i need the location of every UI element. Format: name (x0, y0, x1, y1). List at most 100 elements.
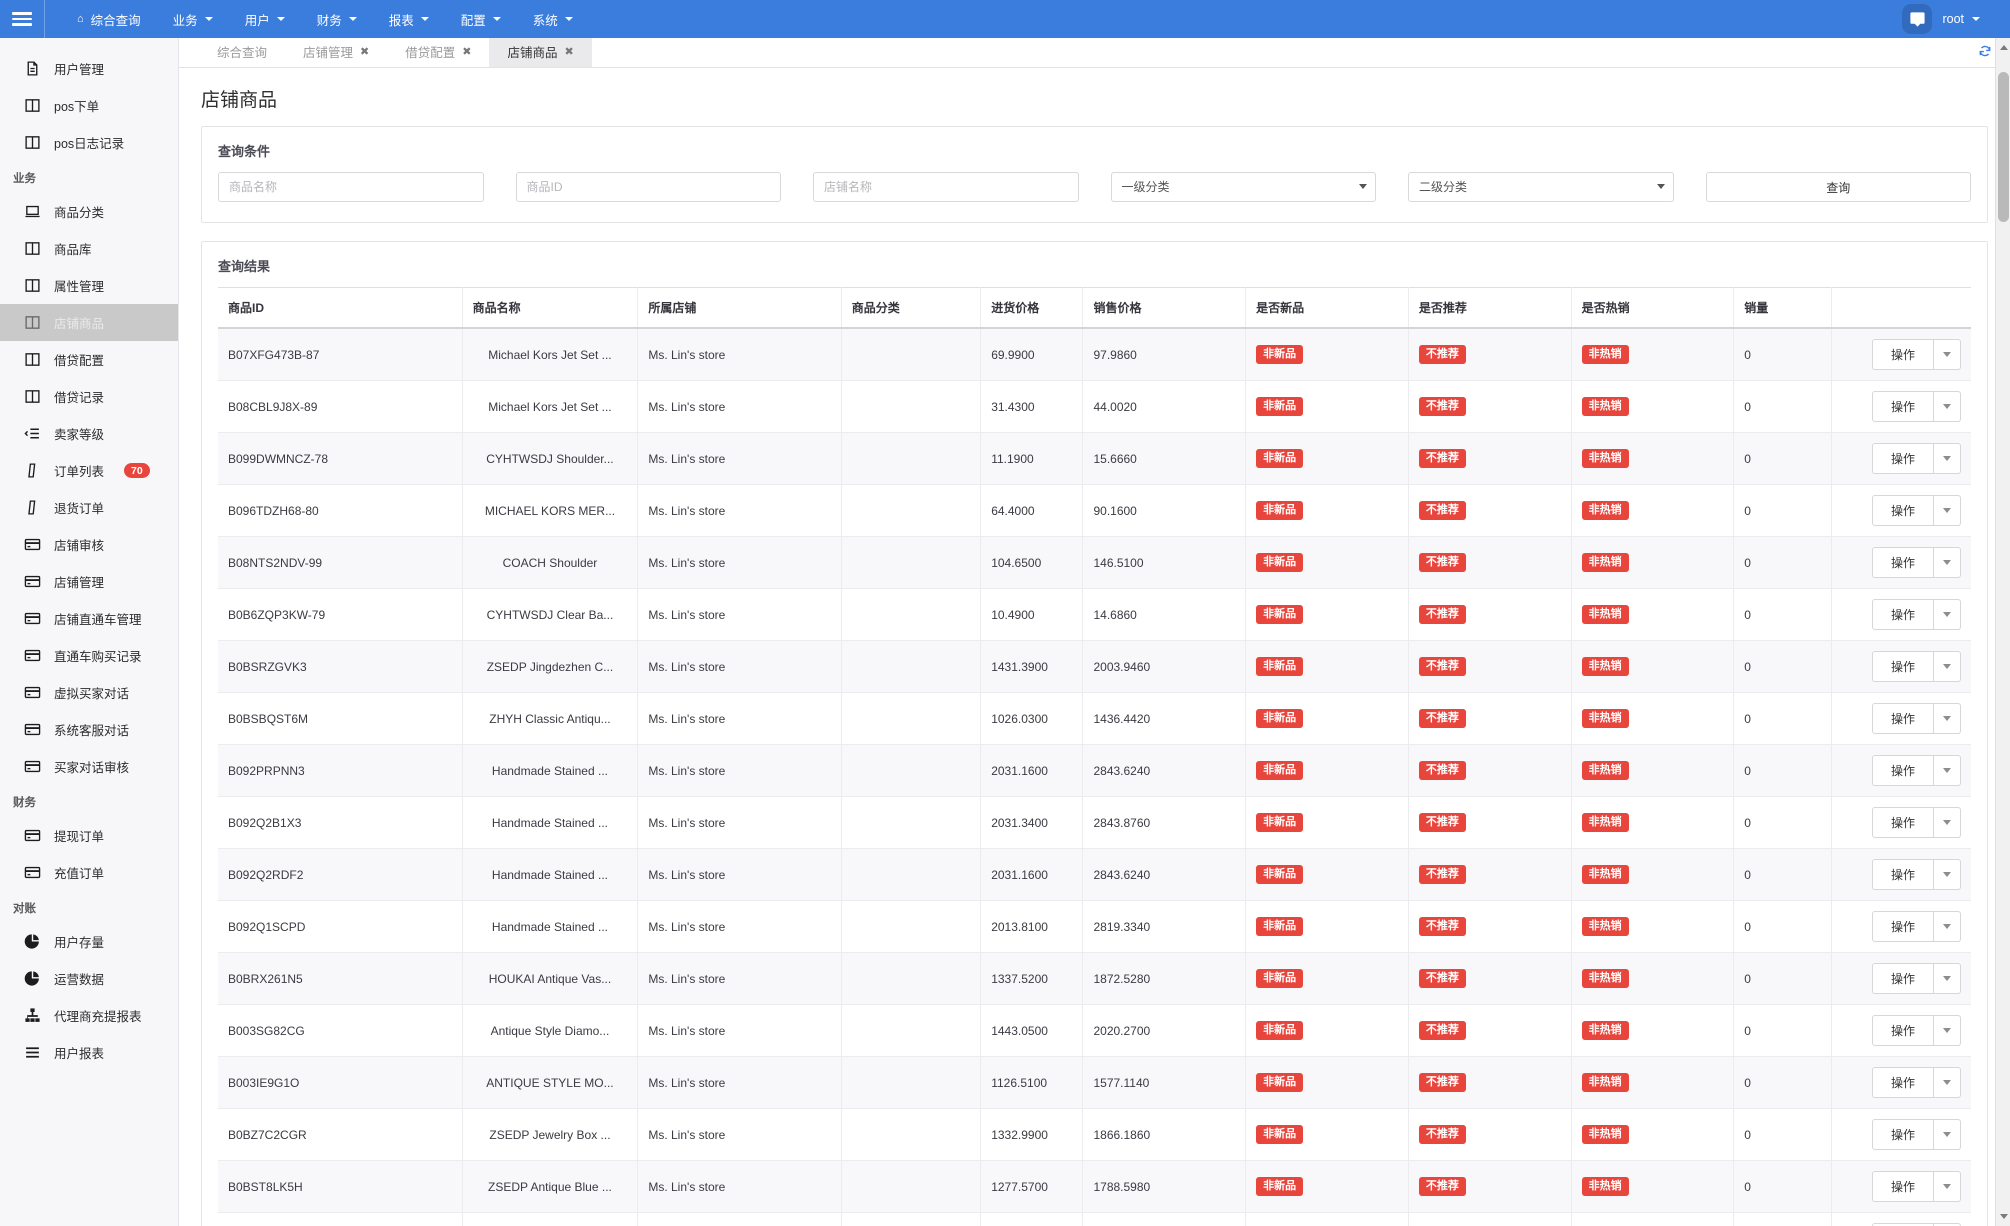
sidebar-item-9[interactable]: 借贷配置 (0, 341, 178, 378)
cell-is-hot: 非热销 (1571, 641, 1734, 693)
status-badge: 非新品 (1256, 553, 1303, 572)
sidebar-item-13[interactable]: 退货订单 (0, 489, 178, 526)
chevron-down-icon (1943, 716, 1951, 721)
tab-3[interactable]: 借贷配置✖ (387, 37, 489, 67)
action-dropdown-toggle[interactable] (1934, 547, 1961, 578)
sidebar-item-19[interactable]: 系统客服对话 (0, 711, 178, 748)
chevron-down-icon (349, 17, 357, 21)
nav-item-3[interactable]: 用户 (229, 0, 301, 38)
action-button[interactable]: 操作 (1872, 703, 1934, 734)
action-button[interactable]: 操作 (1872, 651, 1934, 682)
action-button[interactable]: 操作 (1872, 547, 1934, 578)
nav-item-4[interactable]: 财务 (301, 0, 373, 38)
sidebar-item-5[interactable]: 商品分类 (0, 193, 178, 230)
sidebar-item-25[interactable]: 用户存量 (0, 923, 178, 960)
action-button[interactable]: 操作 (1872, 963, 1934, 994)
action-button[interactable]: 操作 (1872, 859, 1934, 890)
action-dropdown-toggle[interactable] (1934, 495, 1961, 526)
action-dropdown-toggle[interactable] (1934, 807, 1961, 838)
scroll-up-icon[interactable] (1996, 40, 2010, 55)
action-button[interactable]: 操作 (1872, 1067, 1934, 1098)
sidebar-item-22[interactable]: 提现订单 (0, 817, 178, 854)
sidebar-item-23[interactable]: 充值订单 (0, 854, 178, 891)
sidebar-item-1[interactable]: 用户管理 (0, 50, 178, 87)
query-button[interactable]: 查询 (1706, 172, 1972, 202)
sidebar-item-26[interactable]: 运营数据 (0, 960, 178, 997)
sidebar-item-16[interactable]: 店铺直通车管理 (0, 600, 178, 637)
action-dropdown-toggle[interactable] (1934, 1015, 1961, 1046)
sidebar-item-3[interactable]: pos日志记录 (0, 124, 178, 161)
sidebar-item-17[interactable]: 直通车购买记录 (0, 637, 178, 674)
close-icon[interactable]: ✖ (360, 45, 369, 58)
action-button[interactable]: 操作 (1872, 391, 1934, 422)
vertical-scrollbar[interactable] (1995, 38, 2010, 1226)
sidebar-item-15[interactable]: 店铺管理 (0, 563, 178, 600)
sidebar-item-2[interactable]: pos下单 (0, 87, 178, 124)
nav-item-2[interactable]: 业务 (157, 0, 229, 38)
cell-store: Ms. Lin's store (638, 381, 841, 433)
user-menu[interactable]: root (1942, 12, 1980, 26)
action-button[interactable]: 操作 (1872, 339, 1934, 370)
action-button[interactable]: 操作 (1872, 495, 1934, 526)
action-dropdown-toggle[interactable] (1934, 599, 1961, 630)
action-dropdown-toggle[interactable] (1934, 911, 1961, 942)
action-button[interactable]: 操作 (1872, 1015, 1934, 1046)
action-dropdown-toggle[interactable] (1934, 1067, 1961, 1098)
action-button[interactable]: 操作 (1872, 911, 1934, 942)
sidebar-item-18[interactable]: 虚拟买家对话 (0, 674, 178, 711)
tab-4[interactable]: 店铺商品✖ (489, 37, 591, 67)
sidebar-item-11[interactable]: 卖家等级 (0, 415, 178, 452)
category2-select[interactable]: 二级分类 (1408, 172, 1674, 202)
sidebar-item-6[interactable]: 商品库 (0, 230, 178, 267)
status-badge: 非热销 (1582, 345, 1629, 364)
refresh-icon[interactable] (1978, 44, 1992, 58)
sidebar-item-10[interactable]: 借贷记录 (0, 378, 178, 415)
column-header-7: 是否新品 (1246, 288, 1409, 329)
action-dropdown-toggle[interactable] (1934, 339, 1961, 370)
close-icon[interactable]: ✖ (565, 45, 574, 58)
action-dropdown-toggle[interactable] (1934, 755, 1961, 786)
sidebar-item-7[interactable]: 属性管理 (0, 267, 178, 304)
product-name-input[interactable] (218, 172, 484, 202)
cell-is-new: 非新品 (1246, 693, 1409, 745)
cell-product-id: B092Q1SCPD (218, 901, 462, 953)
scrollbar-thumb[interactable] (1998, 72, 2009, 222)
sidebar-item-12[interactable]: 订单列表70 (0, 452, 178, 489)
action-button[interactable]: 操作 (1872, 755, 1934, 786)
action-dropdown-toggle[interactable] (1934, 963, 1961, 994)
cell-product-name: COACH Shoulder (462, 537, 638, 589)
action-dropdown-toggle[interactable] (1934, 859, 1961, 890)
tab-1[interactable]: 综合查询 (199, 37, 285, 67)
sidebar-item-20[interactable]: 买家对话审核 (0, 748, 178, 785)
action-dropdown-toggle[interactable] (1934, 651, 1961, 682)
action-button[interactable]: 操作 (1872, 807, 1934, 838)
sidebar-item-14[interactable]: 店铺审核 (0, 526, 178, 563)
cell-product-name: Handmade Stained ... (462, 797, 638, 849)
nav-item-1[interactable]: ⌂综合查询 (61, 0, 157, 38)
action-dropdown-toggle[interactable] (1934, 1171, 1961, 1202)
card-icon (24, 758, 41, 775)
nav-item-7[interactable]: 系统 (517, 0, 589, 38)
sidebar-item-28[interactable]: 用户报表 (0, 1034, 178, 1071)
tab-2[interactable]: 店铺管理✖ (285, 37, 387, 67)
close-icon[interactable]: ✖ (462, 45, 471, 58)
action-dropdown-toggle[interactable] (1934, 1119, 1961, 1150)
sidebar-item-27[interactable]: 代理商充提报表 (0, 997, 178, 1034)
nav-item-5[interactable]: 报表 (373, 0, 445, 38)
category1-select[interactable]: 一级分类 (1111, 172, 1377, 202)
store-name-input[interactable] (813, 172, 1079, 202)
action-dropdown-toggle[interactable] (1934, 391, 1961, 422)
action-dropdown-toggle[interactable] (1934, 703, 1961, 734)
sidebar-item-8[interactable]: 店铺商品 (0, 304, 178, 341)
action-button[interactable]: 操作 (1872, 443, 1934, 474)
product-id-input[interactable] (516, 172, 782, 202)
action-dropdown-toggle[interactable] (1934, 443, 1961, 474)
action-button[interactable]: 操作 (1872, 1119, 1934, 1150)
menu-toggle-button[interactable] (0, 0, 44, 38)
action-button[interactable]: 操作 (1872, 1171, 1934, 1202)
action-button[interactable]: 操作 (1872, 599, 1934, 630)
nav-item-6[interactable]: 配置 (445, 0, 517, 38)
scroll-down-icon[interactable] (1996, 1209, 2010, 1224)
chat-bubble-icon[interactable] (1902, 4, 1932, 34)
cell-is-new: 非新品 (1246, 589, 1409, 641)
